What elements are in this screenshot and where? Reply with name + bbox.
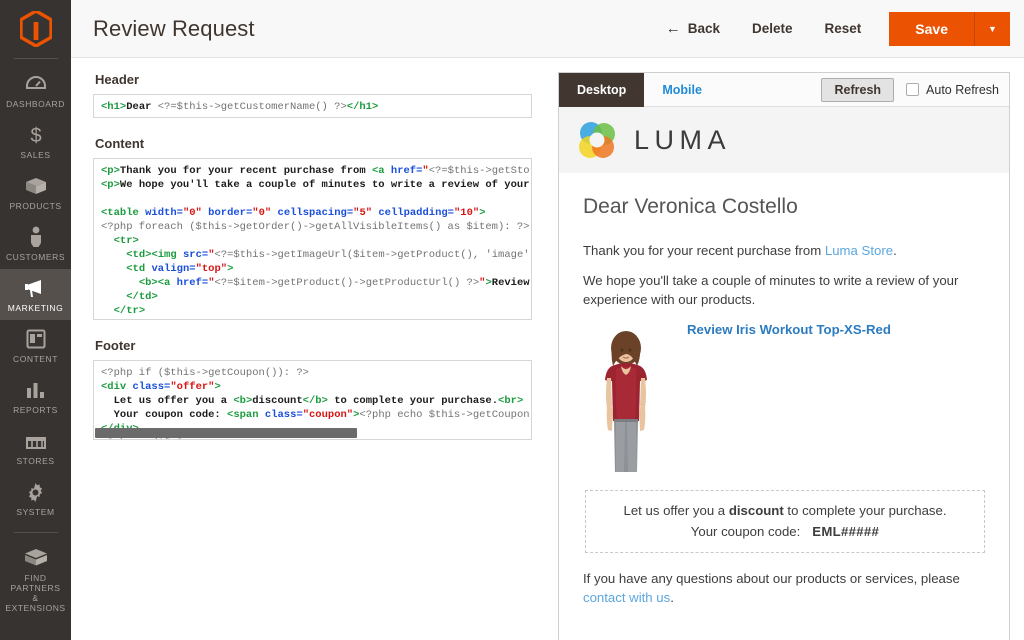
magento-logo-icon <box>20 11 52 47</box>
megaphone-icon <box>24 277 48 299</box>
preview-column: Desktop Mobile Refresh Auto Refresh <box>546 58 1024 640</box>
email-paragraph-2: We hope you'll take a couple of minutes … <box>583 271 987 309</box>
gauge-icon <box>25 73 47 95</box>
product-image <box>583 320 669 478</box>
header-code-input[interactable]: <h1>Dear <?=$this->getCustomerName() ?><… <box>93 94 532 118</box>
preview-toolbar: Desktop Mobile Refresh Auto Refresh <box>559 73 1009 107</box>
back-button-label: Back <box>688 21 720 36</box>
sidebar-item-label: Sales <box>20 150 50 160</box>
sidebar-item-label: Customers <box>6 252 65 262</box>
email-body: Dear Veronica Costello Thank you for you… <box>559 173 1009 607</box>
tab-desktop-label: Desktop <box>577 83 626 97</box>
para1-after: . <box>893 243 897 258</box>
sidebar-divider-top <box>14 58 58 59</box>
page-header: Review Request ← Back Delete Reset Save … <box>71 0 1024 58</box>
tail-before: If you have any questions about our prod… <box>583 571 960 586</box>
tail-after: . <box>670 590 674 605</box>
auto-refresh-label: Auto Refresh <box>926 83 999 97</box>
sidebar-item-reports[interactable]: Reports <box>0 371 71 422</box>
sidebar-item-products[interactable]: Products <box>0 167 71 218</box>
sidebar-item-customers[interactable]: Customers <box>0 218 71 269</box>
reset-button-label: Reset <box>825 21 862 36</box>
sidebar-item-label: Reports <box>13 405 58 415</box>
layout-icon <box>26 328 46 350</box>
sidebar-item-label: Dashboard <box>6 99 65 109</box>
sidebar-item-label: Content <box>13 354 58 364</box>
sidebar-item-label: Products <box>9 201 61 211</box>
refresh-button[interactable]: Refresh <box>821 78 894 102</box>
offer-line-1: Let us offer you a discount to complete … <box>596 503 974 518</box>
sidebar-item-dashboard[interactable]: Dashboard <box>0 65 71 116</box>
sidebar-item-marketing[interactable]: Marketing <box>0 269 71 320</box>
sidebar-item-sales[interactable]: $ Sales <box>0 116 71 167</box>
tab-mobile[interactable]: Mobile <box>644 73 720 107</box>
tab-desktop[interactable]: Desktop <box>559 73 644 107</box>
offer-line-2: Your coupon code: EML##### <box>596 524 974 539</box>
sidebar-item-label: Find Partners & Extensions <box>2 573 69 613</box>
content-code-input[interactable]: <p>Thank you for your recent purchase fr… <box>93 158 532 320</box>
reset-button[interactable]: Reset <box>809 15 878 42</box>
save-dropdown-toggle[interactable]: ▼ <box>974 12 1010 46</box>
coupon-offer-box: Let us offer you a discount to complete … <box>585 490 985 553</box>
footer-field-label: Footer <box>95 338 532 353</box>
admin-page: Dashboard $ Sales Products Customers Mar… <box>0 0 1024 640</box>
luma-circles-logo <box>573 116 621 164</box>
email-logo-bar: LUMA <box>559 107 1009 173</box>
delete-button[interactable]: Delete <box>736 15 809 42</box>
sidebar-item-find-partners-extensions[interactable]: Find Partners & Extensions <box>0 539 71 620</box>
dollar-icon: $ <box>28 124 44 146</box>
storefront-icon <box>24 430 48 452</box>
product-review-link[interactable]: Review Iris Workout Top-XS-Red <box>687 320 891 478</box>
sidebar-item-label: Stores <box>16 456 54 466</box>
offer-text-after: to complete your purchase. <box>784 503 947 518</box>
page-title: Review Request <box>93 16 255 42</box>
header-field-label: Header <box>95 72 532 87</box>
chevron-down-icon: ▼ <box>988 24 997 34</box>
gear-icon <box>25 481 46 503</box>
sidebar: Dashboard $ Sales Products Customers Mar… <box>0 0 71 640</box>
packages-icon <box>23 547 49 569</box>
email-paragraph-1: Thank you for your recent purchase from … <box>583 241 987 260</box>
preview-frame: Desktop Mobile Refresh Auto Refresh <box>558 72 1010 640</box>
tab-mobile-label: Mobile <box>662 83 702 97</box>
svg-text:$: $ <box>30 125 41 146</box>
auto-refresh-control[interactable]: Auto Refresh <box>906 83 999 97</box>
product-review-row: Review Iris Workout Top-XS-Red <box>583 320 987 478</box>
bar-chart-icon <box>25 379 47 401</box>
sidebar-item-system[interactable]: System <box>0 473 71 524</box>
template-editor-column: Header <h1>Dear <?=$this->getCustomerNam… <box>71 58 546 640</box>
sidebar-item-content[interactable]: Content <box>0 320 71 371</box>
sidebar-item-stores[interactable]: Stores <box>0 422 71 473</box>
auto-refresh-checkbox[interactable] <box>906 83 919 96</box>
coupon-code-label: Your coupon code: <box>691 524 801 539</box>
luma-store-link[interactable]: Luma Store <box>825 243 893 258</box>
content-field-label: Content <box>95 136 532 151</box>
para1-before: Thank you for your recent purchase from <box>583 243 825 258</box>
luma-wordmark: LUMA <box>634 125 731 156</box>
offer-discount-word: discount <box>729 503 784 518</box>
sidebar-divider-bottom <box>14 532 58 533</box>
sidebar-item-label: Marketing <box>8 303 63 313</box>
content-columns: Header <h1>Dear <?=$this->getCustomerNam… <box>71 58 1024 640</box>
footer-horizontal-scrollbar[interactable] <box>95 428 357 438</box>
main-area: Review Request ← Back Delete Reset Save … <box>71 0 1024 640</box>
sidebar-item-label: System <box>16 507 54 517</box>
delete-button-label: Delete <box>752 21 793 36</box>
contact-us-link[interactable]: contact with us <box>583 590 670 605</box>
email-greeting: Dear Veronica Costello <box>583 195 987 219</box>
magento-logo[interactable] <box>0 0 71 58</box>
coupon-code-value: EML##### <box>812 524 879 539</box>
save-button-group: Save ▼ <box>889 12 1010 46</box>
person-icon <box>29 226 43 248</box>
footer-code-input[interactable]: <?php if ($this->getCoupon()): ?><div cl… <box>93 360 532 440</box>
email-tail-paragraph: If you have any questions about our prod… <box>583 569 987 607</box>
product-photo-illustration <box>583 320 669 478</box>
offer-text-before: Let us offer you a <box>623 503 728 518</box>
box-icon <box>24 175 48 197</box>
save-button[interactable]: Save <box>889 12 974 46</box>
arrow-left-icon: ← <box>666 21 681 36</box>
back-button[interactable]: ← Back <box>650 15 736 42</box>
